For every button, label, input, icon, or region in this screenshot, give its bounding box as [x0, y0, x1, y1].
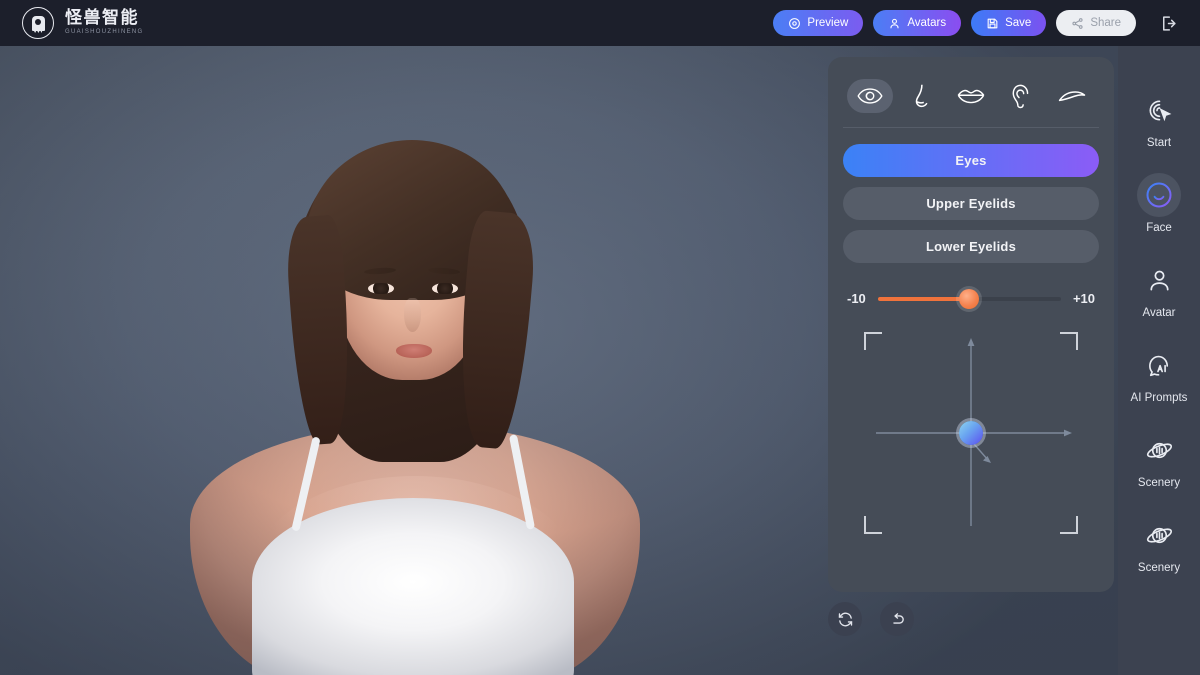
sidebar-item-start[interactable]: Start — [1118, 88, 1200, 149]
sidebar-item-avatar[interactable]: Avatar — [1118, 258, 1200, 319]
preview-button[interactable]: Preview — [773, 10, 864, 36]
app-root: 怪兽智能 GUAISHOUZHINENG Preview Avatars Sav… — [0, 0, 1200, 675]
undo-button[interactable] — [880, 602, 914, 636]
preview-button-label: Preview — [807, 17, 849, 29]
eyebrow-icon — [1058, 90, 1086, 101]
brand-text: 怪兽智能 GUAISHOUZHINENG — [65, 9, 144, 37]
joystick-knob-icon[interactable] — [959, 421, 983, 445]
header-actions: Preview Avatars Save Share — [773, 9, 1182, 37]
sidebar-item-ai-prompts[interactable]: AI Prompts — [1118, 343, 1200, 404]
panel-divider — [843, 127, 1099, 128]
monster-mark-icon — [22, 7, 54, 39]
feature-tab-nose[interactable] — [898, 79, 944, 113]
sidebar-label-scenery-2: Scenery — [1137, 562, 1181, 574]
xy-control-pad[interactable] — [864, 332, 1078, 534]
scenery-icon-wrap-1 — [1137, 428, 1181, 472]
person-icon — [1149, 270, 1169, 291]
reset-button[interactable] — [828, 602, 862, 636]
avatar-nose — [404, 298, 421, 332]
start-icon-wrap — [1137, 88, 1181, 132]
sidebar-item-scenery-1[interactable]: Scenery — [1118, 428, 1200, 489]
target-click-icon — [1149, 100, 1171, 121]
planet-icon — [1146, 527, 1172, 543]
feature-tab-eyebrow[interactable] — [1049, 79, 1095, 113]
share-button-label: Share — [1090, 17, 1121, 29]
sidebar-label-start: Start — [1146, 137, 1172, 149]
pad-corner-bottom-right — [1060, 516, 1078, 534]
segment-eyes[interactable]: Eyes — [843, 144, 1099, 177]
scenery-icon-wrap-2 — [1137, 513, 1181, 557]
face-circle-icon — [1146, 182, 1172, 208]
ear-icon — [1012, 84, 1029, 109]
eye-icon — [857, 88, 883, 104]
logout-icon — [1162, 15, 1176, 31]
right-sidebar: Start Face Avatar AI Prompts Scenery Sce… — [1118, 46, 1200, 675]
feature-tab-eye[interactable] — [847, 79, 893, 113]
ai-head-icon — [1148, 355, 1168, 376]
slider-thumb[interactable] — [959, 288, 980, 309]
share-button[interactable]: Share — [1056, 10, 1136, 36]
feature-tab-ear[interactable] — [999, 79, 1045, 113]
sidebar-label-scenery-1: Scenery — [1137, 477, 1181, 489]
face-tool-panel: Eyes Upper Eyelids Lower Eyelids -10 +10 — [828, 57, 1114, 592]
floppy-disk-icon — [987, 18, 998, 28]
avatar-eye-right — [432, 283, 458, 294]
value-slider: -10 +10 — [843, 288, 1099, 309]
save-button-label: Save — [1005, 17, 1032, 29]
slider-max-label: +10 — [1072, 291, 1095, 306]
avatar-icon-wrap — [1137, 258, 1181, 302]
avatar-eye-left — [368, 283, 394, 294]
save-button[interactable]: Save — [971, 10, 1047, 36]
ai-prompts-icon-wrap — [1137, 343, 1181, 387]
lips-icon — [957, 89, 985, 104]
avatars-button-label: Avatars — [907, 17, 947, 29]
app-header: 怪兽智能 GUAISHOUZHINENG Preview Avatars Sav… — [0, 0, 1200, 46]
pad-corner-top-left — [864, 332, 882, 350]
pad-corner-bottom-left — [864, 516, 882, 534]
person-icon — [890, 18, 899, 28]
brand-logo[interactable]: 怪兽智能 GUAISHOUZHINENG — [22, 7, 144, 39]
sidebar-label-face: Face — [1146, 222, 1172, 234]
sidebar-label-avatar: Avatar — [1142, 307, 1176, 319]
panel-action-row — [828, 602, 914, 636]
pad-corner-top-right — [1060, 332, 1078, 350]
slider-min-label: -10 — [847, 291, 866, 306]
avatar-lips — [396, 344, 432, 358]
segment-lower-eyelids[interactable]: Lower Eyelids — [843, 230, 1099, 263]
sidebar-item-face[interactable]: Face — [1118, 173, 1200, 234]
reset-icon — [838, 612, 852, 626]
feature-tab-mouth[interactable] — [948, 79, 994, 113]
segment-upper-eyelids[interactable]: Upper Eyelids — [843, 187, 1099, 220]
brand-name-cn: 怪兽智能 — [65, 8, 139, 27]
share-nodes-icon — [1072, 17, 1083, 29]
avatars-button[interactable]: Avatars — [873, 10, 962, 36]
nose-icon — [915, 84, 928, 108]
logout-button[interactable] — [1154, 9, 1182, 37]
slider-fill — [877, 296, 970, 301]
face-icon-wrap — [1137, 173, 1181, 217]
undo-icon — [892, 612, 904, 624]
sidebar-label-ai-prompts: AI Prompts — [1130, 392, 1188, 404]
feature-icon-row — [843, 73, 1099, 119]
slider-track[interactable] — [877, 288, 1061, 309]
eye-icon — [789, 17, 801, 29]
brand-name-en: GUAISHOUZHINENG — [65, 29, 144, 35]
sidebar-item-scenery-2[interactable]: Scenery — [1118, 513, 1200, 574]
planet-icon — [1146, 442, 1172, 458]
